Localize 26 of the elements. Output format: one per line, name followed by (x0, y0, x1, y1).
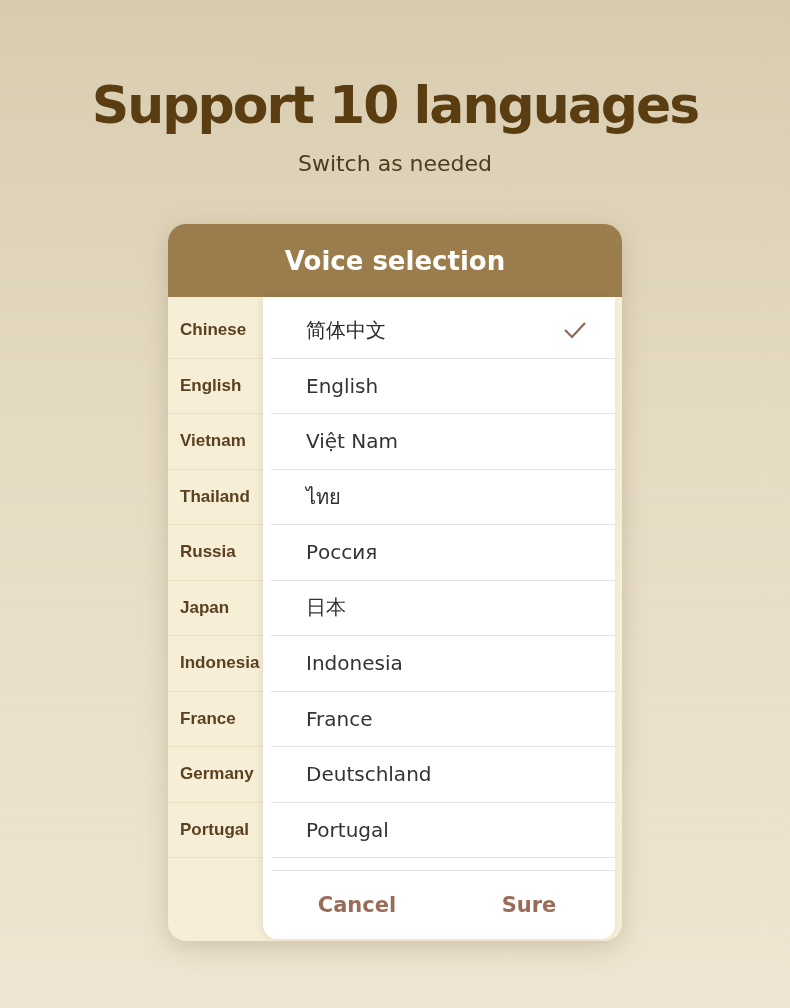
language-name: Portugal (306, 817, 389, 842)
language-name: Indonesia (306, 651, 403, 676)
language-name: 简体中文 (306, 316, 386, 344)
language-option[interactable]: Việt Nam (271, 414, 615, 470)
language-option[interactable]: 简体中文 (271, 303, 615, 359)
dialog-title: Voice selection (168, 224, 622, 297)
language-option[interactable]: Россия (271, 525, 615, 581)
language-option[interactable]: English (271, 358, 615, 414)
language-name: France (306, 706, 373, 731)
language-name: English (306, 373, 379, 398)
language-name: Việt Nam (306, 429, 398, 454)
language-option[interactable]: Indonesia (271, 636, 615, 692)
language-option[interactable]: 日本 (271, 580, 615, 636)
language-name: 日本 (306, 594, 346, 622)
language-name: Deutschland (306, 762, 432, 787)
subtitle: Switch as needed (297, 150, 493, 178)
headline: Support 10 languages (91, 74, 699, 137)
language-option[interactable]: France (271, 691, 615, 747)
language-name: ไทย (306, 483, 341, 511)
checkmark-icon (563, 321, 587, 340)
language-option[interactable]: Portugal (271, 802, 615, 858)
confirm-button[interactable]: Sure (443, 883, 615, 927)
language-option[interactable]: ไทย (271, 469, 615, 525)
language-name: Россия (306, 540, 378, 565)
language-option[interactable]: Deutschland (271, 747, 615, 803)
cancel-button[interactable]: Cancel (271, 883, 443, 927)
